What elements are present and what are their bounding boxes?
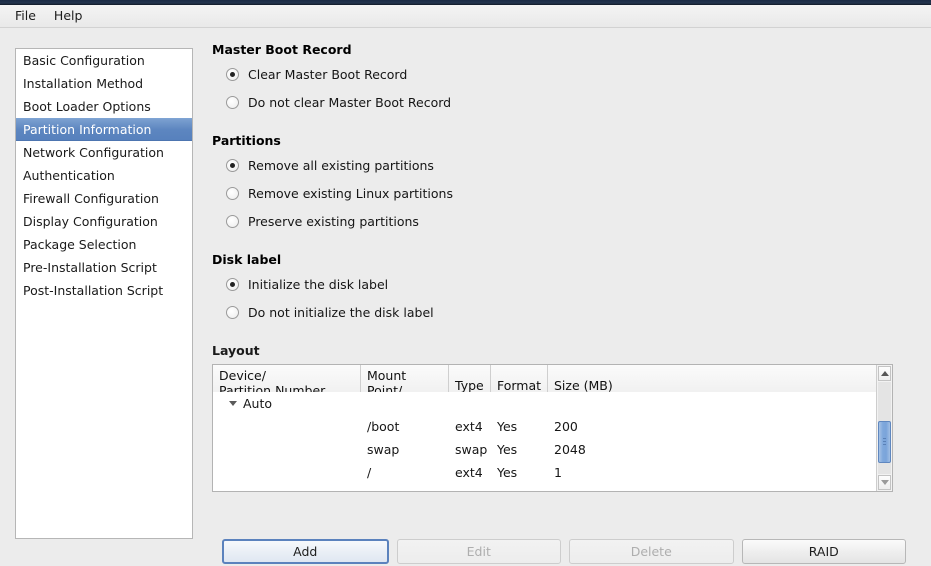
radio-preserve-partitions-label: Preserve existing partitions bbox=[248, 213, 419, 229]
partition-action-buttons: Add Edit Delete RAID bbox=[222, 539, 906, 564]
section-title-mbr: Master Boot Record bbox=[212, 42, 352, 57]
cell-format: Yes bbox=[497, 442, 518, 457]
section-title-layout: Layout bbox=[212, 343, 260, 358]
radio-do-not-clear-mbr[interactable]: Do not clear Master Boot Record bbox=[226, 91, 916, 113]
radio-initialize-disk-label[interactable]: Initialize the disk label bbox=[226, 273, 916, 295]
cell-format: Yes bbox=[497, 465, 518, 480]
cell-type: ext4 bbox=[455, 465, 483, 480]
radio-clear-mbr-label: Clear Master Boot Record bbox=[248, 66, 408, 82]
radio-on-icon bbox=[226, 277, 239, 291]
chevron-down-icon bbox=[880, 480, 889, 485]
radio-remove-all-partitions-label: Remove all existing partitions bbox=[248, 157, 434, 173]
partition-table-scrollview: Device/ Partition Number Mount Point/ RA… bbox=[213, 365, 876, 491]
add-button[interactable]: Add bbox=[222, 539, 389, 564]
cell-device: Auto bbox=[213, 396, 361, 411]
main-content: Basic Configuration Installation Method … bbox=[0, 28, 931, 566]
kickstart-configurator-window: File Help Basic Configuration Installati… bbox=[0, 0, 931, 566]
sidebar-item-network-configuration[interactable]: Network Configuration bbox=[16, 141, 192, 164]
radio-remove-all-partitions[interactable]: Remove all existing partitions bbox=[226, 154, 916, 176]
cell-size: 2048 bbox=[554, 442, 586, 457]
section-title-disk-label: Disk label bbox=[212, 252, 282, 267]
vertical-scrollbar[interactable] bbox=[876, 365, 892, 491]
delete-button[interactable]: Delete bbox=[569, 539, 734, 564]
table-row[interactable]: / ext4 Yes 1 bbox=[213, 461, 876, 484]
cell-mount: /boot bbox=[367, 419, 400, 434]
sidebar-item-partition-information[interactable]: Partition Information bbox=[16, 118, 192, 141]
radio-remove-linux-partitions-label: Remove existing Linux partitions bbox=[248, 185, 453, 201]
sidebar-item-display-configuration[interactable]: Display Configuration bbox=[16, 210, 192, 233]
cell-size: 1 bbox=[554, 465, 562, 480]
edit-button[interactable]: Edit bbox=[396, 539, 561, 564]
expander-triangle-icon[interactable] bbox=[229, 401, 237, 406]
radio-preserve-partitions[interactable]: Preserve existing partitions bbox=[226, 210, 916, 232]
menu-help[interactable]: Help bbox=[45, 6, 92, 26]
section-title-partitions: Partitions bbox=[212, 133, 281, 148]
radio-on-icon bbox=[226, 67, 239, 81]
scroll-down-button[interactable] bbox=[878, 475, 891, 490]
radio-initialize-disk-label-label: Initialize the disk label bbox=[248, 276, 389, 292]
sidebar-item-installation-method[interactable]: Installation Method bbox=[16, 72, 192, 95]
scroll-up-button[interactable] bbox=[878, 366, 891, 381]
sidebar-item-basic-configuration[interactable]: Basic Configuration bbox=[16, 49, 192, 72]
chevron-up-icon bbox=[880, 371, 889, 376]
cell-mount: / bbox=[367, 465, 372, 480]
radio-off-icon bbox=[226, 186, 239, 200]
cell-device-text: Auto bbox=[243, 396, 273, 411]
table-row[interactable]: Auto bbox=[213, 392, 876, 415]
radio-off-icon bbox=[226, 305, 239, 319]
table-row[interactable]: swap swap Yes 2048 bbox=[213, 438, 876, 461]
sidebar-item-authentication[interactable]: Authentication bbox=[16, 164, 192, 187]
scrollbar-thumb[interactable] bbox=[878, 420, 891, 463]
radio-do-not-clear-mbr-label: Do not clear Master Boot Record bbox=[248, 94, 452, 110]
radio-do-not-initialize-disk-label-label: Do not initialize the disk label bbox=[248, 304, 434, 320]
radio-remove-linux-partitions[interactable]: Remove existing Linux partitions bbox=[226, 182, 916, 204]
radio-do-not-initialize-disk-label[interactable]: Do not initialize the disk label bbox=[226, 301, 916, 323]
radio-on-icon bbox=[226, 158, 239, 172]
menu-file[interactable]: File bbox=[6, 6, 45, 26]
settings-pane: Master Boot Record Clear Master Boot Rec… bbox=[212, 42, 916, 492]
table-row[interactable]: /boot ext4 Yes 200 bbox=[213, 415, 876, 438]
scrollbar-grip-icon bbox=[883, 437, 886, 447]
radio-clear-mbr[interactable]: Clear Master Boot Record bbox=[226, 63, 916, 85]
partition-table[interactable]: Device/ Partition Number Mount Point/ RA… bbox=[212, 364, 893, 492]
cell-type: swap bbox=[455, 442, 488, 457]
cell-size: 200 bbox=[554, 419, 578, 434]
table-body: Auto /boot ext4 Yes 200 swap swap Yes 20… bbox=[213, 392, 876, 484]
raid-button[interactable]: RAID bbox=[741, 539, 906, 564]
menubar: File Help bbox=[0, 5, 931, 28]
cell-mount: swap bbox=[367, 442, 400, 457]
sidebar-item-boot-loader-options[interactable]: Boot Loader Options bbox=[16, 95, 192, 118]
cell-format: Yes bbox=[497, 419, 518, 434]
sidebar-item-pre-installation-script[interactable]: Pre-Installation Script bbox=[16, 256, 192, 279]
sidebar-item-package-selection[interactable]: Package Selection bbox=[16, 233, 192, 256]
radio-off-icon bbox=[226, 95, 239, 109]
sidebar-list[interactable]: Basic Configuration Installation Method … bbox=[15, 48, 193, 539]
sidebar-item-firewall-configuration[interactable]: Firewall Configuration bbox=[16, 187, 192, 210]
scrollbar-track[interactable] bbox=[878, 382, 891, 474]
cell-type: ext4 bbox=[455, 419, 483, 434]
sidebar-item-post-installation-script[interactable]: Post-Installation Script bbox=[16, 279, 192, 302]
radio-off-icon bbox=[226, 214, 239, 228]
